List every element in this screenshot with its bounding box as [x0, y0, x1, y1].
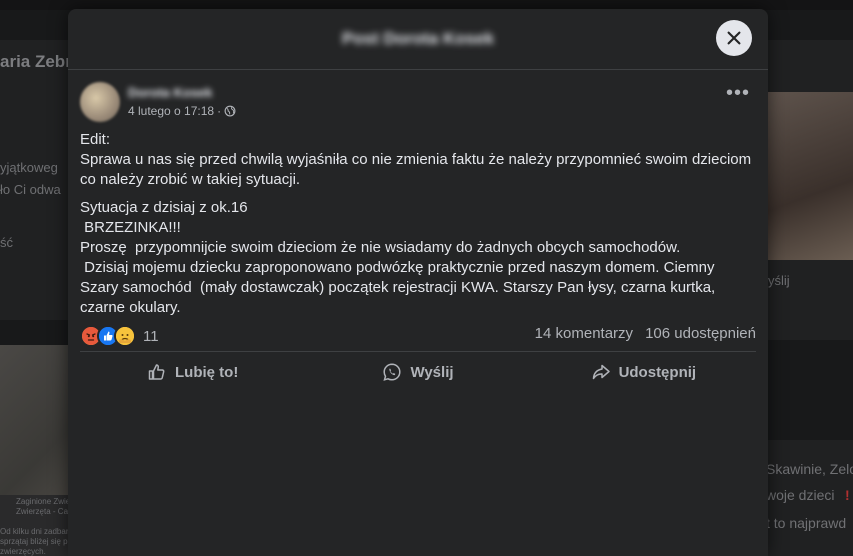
bg-caption-line: Zaginione Zwie [16, 497, 71, 506]
post-date[interactable]: 4 lutego o 17:18 [128, 104, 214, 118]
post-paragraph: Sytuacja z dzisiaj z ok.16 BRZEZINKA!!! … [80, 199, 716, 316]
post-header: Dorota Kosek 4 lutego o 17:18 · ••• [80, 82, 756, 126]
more-options-button[interactable]: ••• [724, 83, 752, 108]
post-modal: Post Dorota Kosek Dorota Kosek 4 lutego … [68, 9, 768, 556]
reactions-summary[interactable]: 11 [80, 325, 159, 347]
bg-right-line: t to najprawd [766, 515, 847, 531]
share-arrow-icon [592, 364, 610, 380]
modal-header: Post Dorota Kosek [68, 9, 768, 70]
action-bar: Lubię to! Wyślij Udostępnij [80, 354, 756, 390]
bg-left-line: ło Ci odwa [0, 182, 61, 197]
post-stats: 11 14 komentarzy 106 udostępnień [80, 324, 756, 348]
globe-icon[interactable] [224, 105, 236, 117]
bg-right-share: yślij [768, 273, 790, 288]
bg-caption-line: Od kilku dni zadbany [0, 527, 75, 536]
bg-right-line: woje dzieci [766, 487, 835, 503]
bg-caption-line: zwierzęcych. [0, 547, 46, 556]
bg-left-caption: Zaginione Zwie Zwierzęta - Cal Od kilku … [0, 495, 74, 556]
bg-caption-line: sprzątaj bliżej się pe [0, 537, 73, 546]
send-label: Wyślij [410, 363, 454, 381]
bg-caption-line: Zwierzęta - Cal [16, 507, 70, 516]
modal-title: Post Dorota Kosek [341, 29, 495, 48]
meta-separator: · [217, 104, 222, 118]
like-button[interactable]: Lubię to! [80, 354, 305, 390]
post-paragraph: Edit: Sprawa u nas się przed chwilą wyja… [80, 131, 752, 188]
bg-right-alert: ! [845, 487, 850, 503]
share-button[interactable]: Udostępnij [531, 354, 756, 390]
care-reaction-icon [114, 325, 136, 347]
stats-right: 14 komentarzy 106 udostępnień [535, 325, 756, 342]
close-icon [727, 31, 741, 45]
send-button[interactable]: Wyślij [305, 354, 530, 390]
avatar[interactable] [80, 82, 120, 122]
like-label: Lubię to! [175, 363, 239, 381]
comments-count[interactable]: 14 komentarzy [535, 325, 633, 342]
author-name[interactable]: Dorota Kosek [128, 85, 213, 100]
bg-left-line: ść [0, 235, 13, 250]
bg-right-line: Skawinie, Zelo [766, 461, 853, 477]
close-button[interactable] [716, 20, 752, 56]
bg-left-title: aria Zebr [0, 52, 72, 71]
divider [80, 351, 756, 352]
shares-count[interactable]: 106 udostępnień [645, 325, 756, 342]
post-text: Edit: Sprawa u nas się przed chwilą wyja… [80, 130, 756, 318]
post-meta: 4 lutego o 17:18 · [128, 104, 236, 118]
reaction-count: 11 [143, 327, 159, 345]
bg-left-card [0, 40, 68, 320]
thumbs-up-icon [148, 364, 165, 380]
share-label: Udostępnij [618, 363, 697, 381]
bg-right-photo [768, 92, 853, 260]
bg-left-line: yjątkoweg [0, 160, 58, 175]
whatsapp-icon [383, 363, 401, 381]
